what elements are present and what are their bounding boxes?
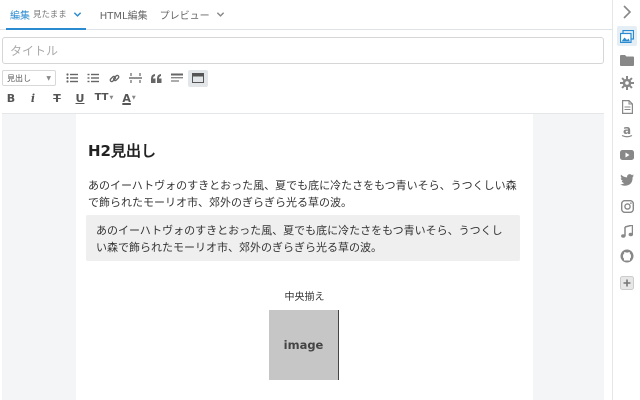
github-icon[interactable] [617,246,637,266]
toolbar-row-1: 見出し ▼ [2,68,209,88]
font-color-button[interactable]: A ▼ [117,90,141,107]
box-button[interactable] [167,70,187,87]
font-size-icon: TT [94,92,109,103]
font-color-icon: A [122,91,131,105]
right-sidebar: a [612,0,640,400]
youtube-icon[interactable] [617,145,637,165]
heading-select[interactable]: 見出し ▼ [2,70,56,86]
bullet-list-icon [66,73,78,83]
horizontal-rule-button[interactable] [125,70,145,87]
box-icon [171,73,183,82]
tab-html-edit[interactable]: HTML編集 [94,0,154,29]
heading-select-value: 見出し [7,73,31,83]
image-placeholder[interactable]: image [269,310,339,380]
gear-icon[interactable] [617,73,637,93]
tab-preview-label: プレビュー [159,10,210,22]
blockquote: あのイーハトヴォのすきとおった風、夏でも底に冷たさをもつ青いそら、うつくしい森で… [86,215,520,261]
bold-icon: B [6,91,16,105]
italic-icon: i [30,91,36,105]
title-input[interactable] [2,37,604,64]
strikethrough-button[interactable]: T [46,90,68,107]
paragraph: あのイーハトヴォのすきとおった風、夏でも底に冷たさをもつ青いそら、うつくしい森で… [88,179,517,209]
image-icon[interactable] [617,26,637,46]
tab-html-edit-label: HTML編集 [99,10,148,22]
strikethrough-icon: T [53,91,61,105]
chevron-right-icon[interactable] [617,2,637,22]
document-icon[interactable] [617,97,637,117]
tab-preview[interactable]: プレビュー [154,0,231,29]
instagram-icon[interactable] [617,196,637,216]
center-aligned-text: 中央揃え [284,292,325,303]
document-body[interactable]: H2見出し あのイーハトヴォのすきとおった風、夏でも底に冷たさをもつ青いそら、う… [76,114,533,400]
horizontal-rule-icon [128,73,142,83]
underline-icon: U [75,91,85,105]
italic-button[interactable]: i [21,90,45,107]
toolbar-row-2: B i T U TT ▼ A ▼ [2,88,142,108]
twitter-icon[interactable] [617,170,637,190]
link-button[interactable] [104,70,124,87]
font-size-button[interactable]: TT ▼ [92,90,116,107]
tab-visual-edit-sub: 見たまま [33,10,67,20]
blockquote-button[interactable] [146,70,166,87]
caret-down-icon: ▼ [46,74,51,82]
table-button[interactable] [188,69,208,87]
folder-icon[interactable] [617,50,637,70]
editor-area[interactable]: H2見出し あのイーハトヴォのすきとおった風、夏でも底に冷たさをもつ青いそら、う… [2,113,604,400]
editor-tabs: 編集 見たまま HTML編集 プレビュー [0,0,612,30]
image-placeholder-label: image [283,338,324,352]
numbered-list-button[interactable] [83,70,103,87]
chevron-down-icon[interactable] [73,10,82,19]
amazon-icon[interactable]: a [617,121,637,141]
heading-h2: H2見出し [88,142,156,160]
table-icon [192,73,204,83]
tab-visual-edit-label: 編集 [10,10,30,22]
link-icon [109,74,119,82]
svg-text:a: a [623,124,631,137]
underline-button[interactable]: U [69,90,91,107]
tab-visual-edit[interactable]: 編集 見たまま [4,0,88,30]
chevron-down-icon[interactable] [216,10,225,19]
bullet-list-button[interactable] [62,70,82,87]
quote-icon [150,73,161,83]
plus-icon[interactable] [617,273,637,293]
numbered-list-icon [87,73,99,83]
music-icon[interactable] [617,221,637,241]
bold-button[interactable]: B [2,90,20,107]
title-field-wrapper [2,37,604,64]
